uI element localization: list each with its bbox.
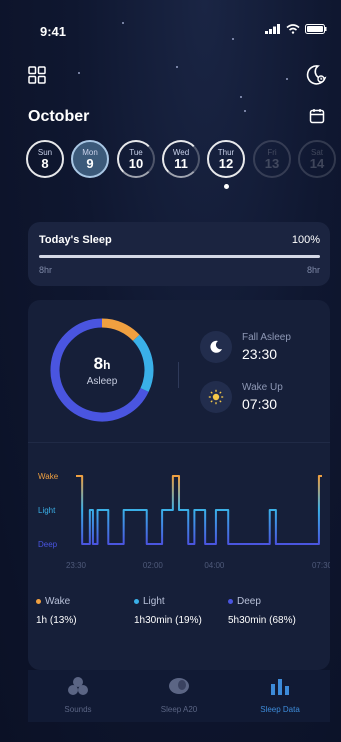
x-tick-label: 23:30 — [66, 561, 87, 570]
tab-label: Sleep A20 — [160, 705, 198, 714]
tab-sleep-data[interactable]: Sleep Data — [230, 676, 330, 720]
ring-center: 8h Asleep — [48, 354, 156, 387]
sleep-legend: Wake 1h (13%) Light 1h30min (19%) Deep 5… — [36, 596, 330, 636]
sounds-icon — [68, 677, 88, 695]
day-number: 11 — [174, 155, 188, 171]
bar-chart-icon — [271, 679, 289, 695]
x-tick-label: 07:30 — [312, 561, 330, 570]
progress-min-label: 8hr — [39, 265, 53, 275]
legend-label: Wake — [45, 596, 71, 607]
tab-sleep-a20[interactable]: Sleep A20 — [129, 676, 229, 720]
day-sat[interactable]: Sat 14 — [298, 140, 336, 178]
asleep-hours: 8h — [48, 354, 156, 374]
y-level-label: Light — [38, 506, 56, 515]
fall-asleep-badge — [200, 331, 232, 363]
legend-value: 1h30min (19%) — [134, 615, 202, 626]
legend-dot — [134, 599, 139, 604]
x-tick-label: 04:00 — [204, 561, 225, 570]
tab-bar: Sounds Sleep A20 Sleep Data — [28, 670, 330, 722]
day-sun[interactable]: Sun 8 — [26, 140, 64, 178]
ring-segment-wake — [101, 318, 140, 342]
day-number: 12 — [218, 155, 234, 171]
day-mon[interactable]: Mon 9 — [71, 140, 109, 178]
tab-label: Sounds — [64, 705, 92, 714]
hours-value: 8 — [93, 354, 104, 373]
status-time: 9:41 — [40, 24, 67, 39]
device-icon — [169, 678, 189, 694]
signal-icon — [265, 24, 280, 34]
month-title: October — [28, 108, 90, 125]
sleep-progress-bar — [39, 255, 320, 258]
sleep-stage-line — [76, 475, 322, 545]
sleep-stage-chart: Wake Light Deep 23:30 02:00 04:00 07:30 — [38, 472, 330, 570]
fall-asleep-row: Fall Asleep 23:30 — [200, 328, 330, 368]
day-thur[interactable]: Thur 12 — [207, 140, 245, 178]
sleep-progress-fill — [39, 255, 320, 258]
y-level-label: Wake — [38, 472, 59, 481]
sleep-ring: 8h Asleep — [48, 316, 156, 424]
y-level-label: Deep — [38, 540, 58, 549]
grid-menu-icon[interactable] — [28, 66, 46, 84]
star — [244, 110, 246, 112]
status-bar: 9:41 — [0, 0, 341, 44]
legend-value: 5h30min (68%) — [228, 615, 296, 626]
wake-up-label: Wake Up — [242, 382, 283, 393]
fall-asleep-label: Fall Asleep — [242, 332, 291, 343]
sleep-mode-icon[interactable] — [305, 64, 327, 86]
divider — [178, 362, 179, 388]
hours-unit: h — [103, 358, 111, 372]
status-icons — [265, 24, 327, 34]
day-number: 13 — [264, 155, 280, 171]
day-tue[interactable]: Tue 10 — [117, 140, 155, 178]
calendar-icon[interactable] — [309, 108, 325, 124]
todays-sleep-percent: 100% — [291, 234, 320, 246]
top-bar — [0, 62, 341, 88]
day-wed[interactable]: Wed 11 — [162, 140, 200, 178]
todays-sleep-card[interactable]: Today's Sleep 100% 8hr 8hr — [28, 222, 330, 286]
today-indicator — [224, 184, 229, 189]
x-tick-label: 02:00 — [143, 561, 164, 570]
tab-sounds[interactable]: Sounds — [28, 676, 128, 720]
legend-dot — [36, 599, 41, 604]
wake-up-time: 07:30 — [242, 396, 278, 412]
asleep-label: Asleep — [86, 376, 118, 387]
legend-label: Light — [143, 596, 165, 607]
legend-dot — [228, 599, 233, 604]
tab-label: Sleep Data — [260, 705, 300, 714]
moon-icon — [210, 340, 222, 353]
day-fri[interactable]: Fri 13 — [253, 140, 291, 178]
sun-icon — [208, 389, 224, 405]
legend-value: 1h (13%) — [36, 615, 77, 626]
wake-up-badge — [200, 381, 232, 413]
section-divider — [28, 442, 330, 443]
star — [240, 96, 242, 98]
sleep-detail-card: 8h Asleep Fall Asleep 23:30 Wake Up 07:3… — [28, 300, 330, 670]
legend-label: Deep — [237, 596, 261, 607]
day-number: 10 — [128, 155, 144, 171]
wake-up-row: Wake Up 07:30 — [200, 378, 330, 418]
day-number: 9 — [86, 155, 94, 171]
todays-sleep-title: Today's Sleep — [39, 234, 112, 246]
day-number: 8 — [41, 155, 49, 171]
day-number: 14 — [309, 155, 325, 171]
fall-asleep-time: 23:30 — [242, 346, 278, 362]
battery-icon — [305, 24, 327, 34]
progress-max-label: 8hr — [306, 265, 320, 275]
legend-light: Light 1h30min (19%) — [134, 596, 202, 626]
wifi-icon — [286, 24, 300, 34]
legend-deep: Deep 5h30min (68%) — [228, 596, 296, 626]
day-selector: Sun 8 Mon 9 Tue 10 Wed 11 Thur 12 Fri 13… — [26, 140, 336, 200]
legend-wake: Wake 1h (13%) — [36, 596, 77, 626]
